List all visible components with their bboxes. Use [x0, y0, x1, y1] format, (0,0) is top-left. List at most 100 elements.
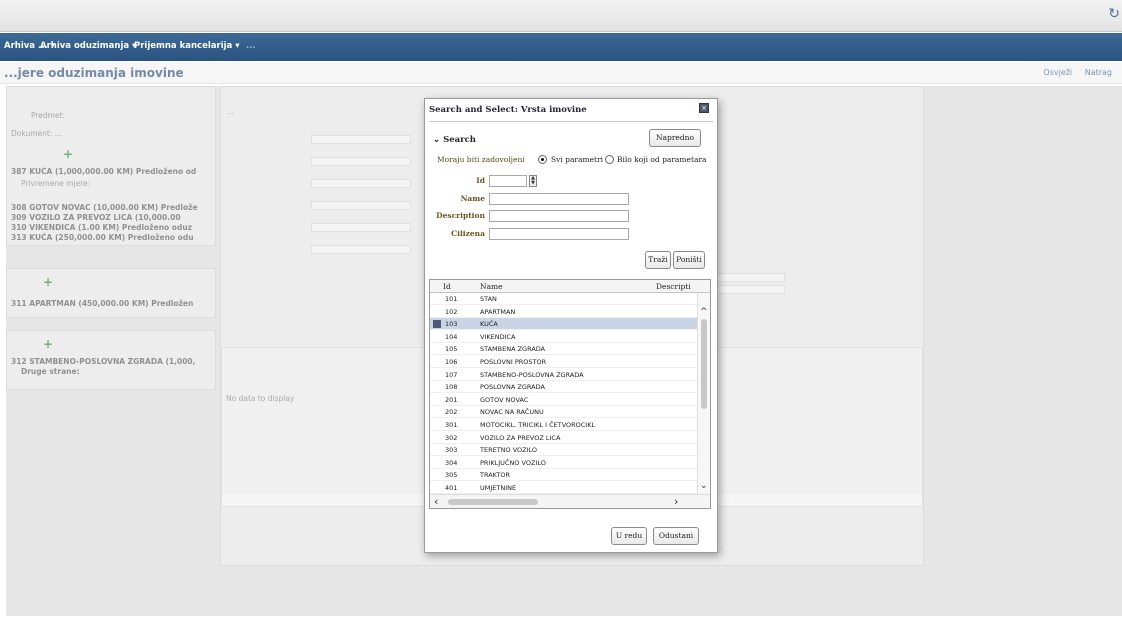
- cell-id: 102: [445, 307, 458, 316]
- nav-item-prijemna-kancelarija[interactable]: Prijemna kancelarija ▾: [134, 41, 240, 51]
- scrollbar-thumb[interactable]: [701, 319, 707, 409]
- radio-all-parameters[interactable]: [538, 155, 547, 164]
- add-icon[interactable]: +: [43, 337, 53, 351]
- table-row[interactable]: 102 APARTMAN: [430, 306, 698, 318]
- search-button[interactable]: Traži: [645, 251, 671, 269]
- table-row[interactable]: 201 GOTOV NOVAC: [430, 394, 698, 406]
- cell-name: KUĆA: [480, 320, 498, 329]
- chevron-left-icon[interactable]: ‹: [434, 495, 438, 508]
- table-row[interactable]: 401 UMJETNINE: [430, 482, 698, 494]
- chevron-down-icon[interactable]: ⌄: [700, 481, 708, 491]
- blurred-field: [311, 135, 411, 144]
- cell-name: STAMBENO-POSLOVNA ZGRADA: [480, 370, 584, 379]
- table-row[interactable]: 302 VOZILO ZA PREVOZ LICA: [430, 432, 698, 444]
- table-row[interactable]: 104 VIKENDICA: [430, 331, 698, 343]
- name-input[interactable]: [489, 193, 629, 205]
- table-row[interactable]: 105 STAMBENA ZGRADA: [430, 343, 698, 356]
- results-table: Id Name Descripti 101 STAN 102 APARTMAN 103 K…: [429, 279, 711, 509]
- vertical-scrollbar[interactable]: ^ ⌄: [697, 293, 710, 495]
- table-body: 101 STAN 102 APARTMAN 103 KUĆA 104 VIKENDICA 105…: [430, 293, 698, 495]
- cell-name: POSLOVNA ZGRADA: [480, 383, 545, 392]
- table-row[interactable]: 305 TRAKTOR: [430, 469, 698, 482]
- divider: [429, 121, 713, 122]
- cell-name: STAN: [480, 295, 497, 303]
- column-header-id[interactable]: Id: [443, 282, 451, 291]
- table-row[interactable]: 103 KUĆA: [430, 318, 698, 331]
- radio-any-parameter[interactable]: [605, 155, 614, 164]
- cell-name: VIKENDICA: [480, 332, 516, 341]
- cell-name: POSLOVNI PROSTOR: [480, 358, 547, 366]
- id-label: Id: [476, 176, 485, 185]
- cell-id: 301: [445, 421, 458, 429]
- section-label: ...: [227, 107, 235, 116]
- radio-all-label: Svi parametri: [551, 155, 604, 164]
- page-title: ...jere oduzimanja imovine: [4, 66, 184, 80]
- citizen-input[interactable]: [489, 228, 629, 240]
- reset-button[interactable]: Poništi: [673, 251, 705, 269]
- add-icon[interactable]: +: [63, 147, 73, 161]
- column-header-name[interactable]: Name: [480, 282, 503, 291]
- add-icon[interactable]: +: [43, 275, 53, 289]
- match-label: Moraju biti zadovoljeni: [437, 155, 525, 164]
- row-selection-marker: [433, 320, 441, 329]
- back-button[interactable]: Natrag: [1085, 68, 1112, 77]
- asset-line: 387 KUĆA (1,000,000.00 KM) Predloženo od: [11, 167, 197, 176]
- table-row[interactable]: 202 NOVAC NA RAČUNU: [430, 406, 698, 419]
- scrollbar-thumb[interactable]: [448, 499, 538, 505]
- document-label: Dokument: ...: [11, 129, 62, 138]
- table-row[interactable]: 107 STAMBENO-POSLOVNA ZGRADA: [430, 369, 698, 381]
- citizen-label: Cilizena: [451, 229, 485, 238]
- search-section-toggle[interactable]: ⌄ Search: [433, 135, 476, 145]
- nav-item-arhiva-oduzimanja[interactable]: Arhiva oduzimanja ▾: [40, 41, 136, 51]
- id-spinner[interactable]: ▲ ▼: [529, 175, 537, 187]
- close-icon[interactable]: ×: [699, 103, 709, 113]
- cell-name: APARTMAN: [480, 307, 516, 316]
- cell-id: 401: [445, 484, 458, 492]
- empty-table-text: No data to display: [226, 394, 295, 403]
- horizontal-scrollbar[interactable]: ‹ ›: [430, 494, 710, 508]
- asset-line: 313 KUĆA (250,000.00 KM) Predloženo odu: [11, 233, 194, 242]
- cell-name: STAMBENA ZGRADA: [480, 345, 546, 354]
- blurred-field: [311, 157, 411, 166]
- app-nav-bar: Arhiva ... ▾ Arhiva oduzimanja ▾ Prijemn…: [0, 33, 1122, 61]
- cell-id: 101: [445, 295, 458, 303]
- cancel-button[interactable]: Odustani: [653, 527, 699, 545]
- chevron-up-icon[interactable]: ^: [700, 307, 708, 317]
- advanced-button[interactable]: Napredno: [649, 129, 701, 147]
- cell-id: 107: [445, 370, 458, 379]
- table-row[interactable]: 303 TERETNO VOZILO: [430, 444, 698, 457]
- table-row[interactable]: 101 STAN: [430, 293, 698, 305]
- cell-name: TRAKTOR: [480, 471, 511, 480]
- cell-id: 105: [445, 345, 458, 354]
- cell-id: 108: [445, 383, 458, 392]
- cell-name: VOZILO ZA PREVOZ LICA: [480, 433, 561, 442]
- asset-line: 310 VIKENDICA (1.00 KM) Predloženo oduz: [11, 223, 193, 232]
- ok-button[interactable]: U redu: [611, 527, 647, 545]
- nav-item-more[interactable]: ...: [246, 41, 256, 51]
- cell-id: 303: [445, 446, 458, 455]
- radio-any-label: Bilo koji od parametara: [617, 155, 707, 164]
- refresh-button[interactable]: Osvježi: [1043, 68, 1072, 77]
- refresh-icon[interactable]: ↻: [1108, 6, 1120, 22]
- left-panel: Predmet: Dokument: ... + 387 KUĆA (1,000…: [6, 86, 216, 246]
- table-row[interactable]: 304 PRIKLJUČNO VOZILO: [430, 457, 698, 469]
- cell-name: PRIKLJUČNO VOZILO: [480, 458, 546, 467]
- cell-id: 201: [445, 395, 458, 404]
- table-row[interactable]: 108 POSLOVNA ZGRADA: [430, 381, 698, 394]
- id-input[interactable]: [489, 175, 527, 187]
- table-row[interactable]: 106 POSLOVNI PROSTOR: [430, 356, 698, 368]
- search-select-dialog: Search and Select: Vrsta imovine × ⌄ Sea…: [424, 98, 718, 553]
- column-header-description[interactable]: Descripti: [656, 282, 691, 291]
- table-row[interactable]: 301 MOTOCIKL, TRICIKL I ČETVOROCIKL: [430, 419, 698, 431]
- dialog-title: Search and Select: Vrsta imovine: [429, 105, 587, 115]
- asset-line: 308 GOTOV NOVAC (10,000.00 KM) Predlože: [11, 203, 198, 212]
- description-input[interactable]: [489, 210, 629, 222]
- page-header: ...jere oduzimanja imovine Osvježi Natra…: [0, 62, 1122, 84]
- predmet-label: Predmet:: [31, 111, 66, 120]
- cell-id: 304: [445, 458, 458, 467]
- chevron-right-icon[interactable]: ›: [674, 495, 678, 508]
- druge-strane-label: Druge strane:: [21, 367, 80, 376]
- asset-subline: Privremene mjere:: [21, 179, 91, 188]
- asset-line: 311 APARTMAN (450,000.00 KM) Predložen: [11, 299, 194, 308]
- cell-id: 302: [445, 433, 458, 442]
